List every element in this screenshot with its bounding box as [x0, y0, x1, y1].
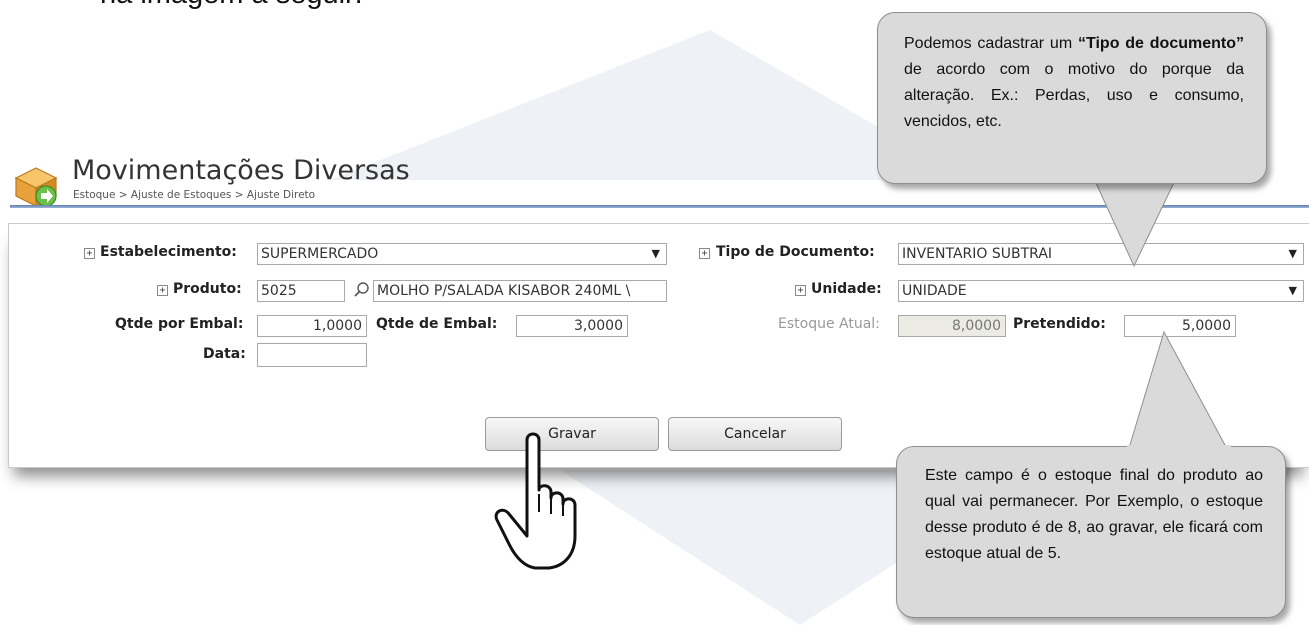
triangle-down-icon: ▼ [1288, 247, 1297, 260]
triangle-down-icon: ▼ [651, 247, 660, 260]
estabelecimento-select[interactable]: SUPERMERCADO ▼ [257, 243, 667, 265]
data-input[interactable] [257, 343, 367, 367]
qtde-por-embal-label: Qtde por Embal: [115, 316, 244, 332]
hand-pointer-icon [494, 432, 577, 570]
estoque-atual-label: Estoque Atual: [778, 316, 880, 332]
page-title: Movimentações Diversas [72, 155, 410, 186]
tip-callout-pretendido: Este campo é o estoque final do produto … [896, 446, 1286, 618]
estabelecimento-label: Estabelecimento: [100, 244, 237, 260]
unidade-select[interactable]: UNIDADE ▼ [898, 280, 1304, 302]
tipo-documento-value: INVENTARIO SUBTRAI [902, 246, 1053, 262]
estabelecimento-value: SUPERMERCADO [261, 246, 379, 262]
pretendido-label: Pretendido: [1013, 316, 1106, 332]
box-arrow-icon [14, 167, 58, 207]
cancelar-button[interactable]: Cancelar [668, 417, 842, 451]
plus-box-icon[interactable]: + [699, 248, 710, 259]
unidade-value: UNIDADE [902, 283, 967, 299]
plus-box-icon[interactable]: + [157, 285, 168, 296]
qtde-de-embal-label: Qtde de Embal: [376, 316, 498, 332]
estoque-atual-input: 8,0000 [898, 315, 1006, 337]
plus-box-icon[interactable]: + [795, 285, 806, 296]
plus-box-icon[interactable]: + [84, 248, 95, 259]
callout-text: Podemos cadastrar um [904, 35, 1078, 52]
callout-seam [1127, 445, 1231, 448]
callout-pointer [1125, 330, 1233, 459]
tip-callout-tipo-documento: Podemos cadastrar um “Tipo de documento”… [877, 12, 1267, 184]
qtde-de-embal-input[interactable]: 3,0000 [516, 315, 628, 337]
produto-description-input[interactable]: MOLHO P/SALADA KISABOR 240ML \ [373, 280, 667, 302]
produto-code-input[interactable]: 5025 [257, 280, 345, 302]
produto-label: Produto: [173, 281, 242, 297]
magnifier-icon[interactable] [353, 281, 371, 299]
callout-pointer [1089, 170, 1181, 268]
unidade-label: Unidade: [811, 281, 882, 297]
data-label: Data: [203, 346, 246, 362]
qtde-por-embal-input[interactable]: 1,0000 [257, 315, 367, 337]
callout-bold-text: “Tipo de documento” [1077, 35, 1244, 52]
triangle-down-icon: ▼ [1288, 284, 1297, 297]
document-text-fragment: na imagem a seguir: [100, 0, 363, 11]
callout-text: de acordo com o motivo do porque da alte… [904, 61, 1244, 130]
breadcrumb[interactable]: Estoque > Ajuste de Estoques > Ajuste Di… [73, 189, 315, 201]
tipo-documento-label: Tipo de Documento: [716, 244, 875, 260]
